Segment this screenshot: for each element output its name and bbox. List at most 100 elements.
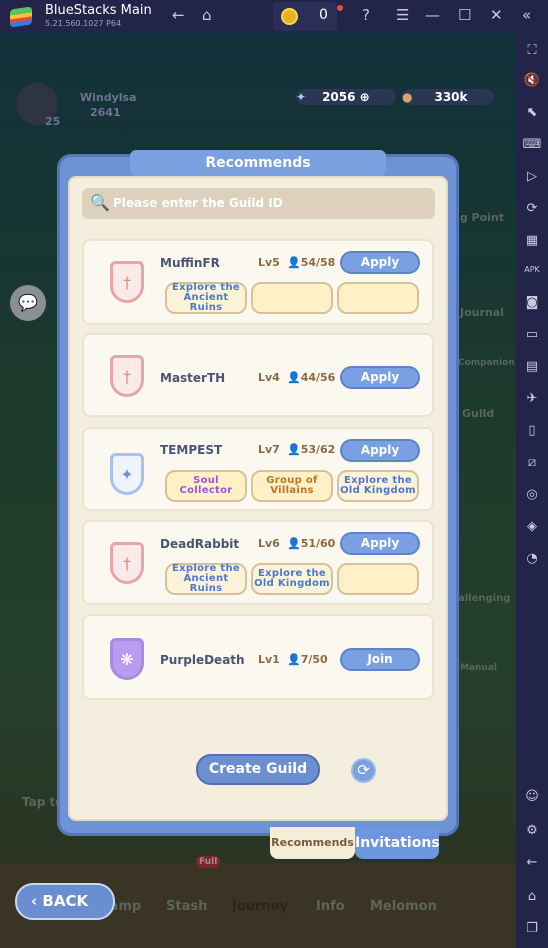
location-icon[interactable]: ◎ <box>516 487 548 502</box>
performance-icon[interactable]: ▦ <box>516 233 548 248</box>
member-count: 7/50 <box>300 653 328 666</box>
search-icon: 🔍 <box>90 193 110 212</box>
help-icon[interactable]: ? <box>362 6 370 24</box>
recent-apps-icon[interactable]: ❐ <box>516 921 548 936</box>
close-icon[interactable]: ✕ <box>490 6 503 24</box>
guild-tag: Explore the Ancient Ruins <box>165 282 247 314</box>
app-version: 5.21.560.1027 P64 <box>45 19 122 28</box>
guild-card: † DeadRabbit Lv6 👤51/60 Apply Explore th… <box>82 520 434 605</box>
speed-icon[interactable]: ◔ <box>516 551 548 566</box>
guild-id-search-input[interactable]: 🔍 Please enter the Guild ID <box>82 188 435 219</box>
back-label: BACK <box>42 892 89 910</box>
gold-value: 330k <box>434 90 468 104</box>
layers-icon[interactable]: ◈ <box>516 519 548 534</box>
guild-emblem-wings-icon: ✦ <box>100 445 154 503</box>
guild-members: 👤44/56 <box>287 371 335 384</box>
journal-button[interactable]: Journal <box>460 306 504 319</box>
apk-install-icon[interactable]: APK <box>516 265 548 274</box>
app-title: BlueStacks Main <box>45 3 152 18</box>
guild-name: PurpleDeath <box>160 653 245 667</box>
add-gems-icon[interactable]: ⊕ <box>360 90 370 104</box>
maximize-icon[interactable]: ☐ <box>458 6 471 24</box>
refresh-icon[interactable]: ⟳ <box>351 758 376 783</box>
home-icon[interactable]: ⌂ <box>202 6 212 24</box>
title-bar: BlueStacks Main 5.21.560.1027 P64 ← ⌂ 0 … <box>0 0 548 33</box>
keyboard-icon[interactable]: ⌨ <box>516 137 548 152</box>
guild-emblem-purple-crest-icon: ❋ <box>100 630 154 688</box>
fullscreen-icon[interactable]: ⛶ <box>516 43 548 58</box>
guild-card: † MuffinFR Lv5 👤54/58 Apply Explore the … <box>82 239 434 325</box>
nav-stash[interactable]: Stash <box>166 899 207 914</box>
screenshot-icon[interactable]: ◙ <box>516 295 548 310</box>
pointer-icon[interactable]: ⬉ <box>516 105 548 120</box>
member-count: 53/62 <box>300 443 336 456</box>
back-chevron-icon: ‹ <box>31 892 38 910</box>
tab-recommends[interactable]: Recommends <box>270 827 355 859</box>
guild-emblem-sword-icon: † <box>100 347 154 405</box>
back-button[interactable]: ‹ BACK <box>15 883 115 920</box>
guild-emblem-sword-icon: † <box>100 253 154 311</box>
coin-counter[interactable]: 0 <box>273 2 343 31</box>
apply-button[interactable]: Apply <box>340 251 420 274</box>
guild-card: ❋ PurpleDeath Lv1 👤7/50 Join <box>82 614 434 700</box>
guild-name: TEMPEST <box>160 443 223 457</box>
nav-journey[interactable]: Journey <box>232 899 288 914</box>
member-count: 54/58 <box>300 256 336 269</box>
ranking-point-label: ng Point <box>452 211 505 224</box>
settings-icon[interactable]: ⚙ <box>516 823 548 838</box>
guild-tag: Explore the Ancient Ruins <box>165 563 247 595</box>
back-arrow-icon[interactable]: ← <box>172 6 185 24</box>
create-guild-button[interactable]: Create Guild <box>196 754 320 785</box>
guild-level: Lv4 <box>258 371 280 384</box>
guild-members: 👤7/50 <box>287 653 328 666</box>
nav-melomon[interactable]: Melomon <box>370 899 437 914</box>
tab-invitations[interactable]: Invitations <box>355 827 440 859</box>
apply-button[interactable]: Apply <box>340 532 420 555</box>
android-home-icon[interactable]: ⌂ <box>516 889 548 904</box>
record-icon[interactable]: ▭ <box>516 327 548 342</box>
guild-tag-empty <box>337 563 419 595</box>
nav-info[interactable]: Info <box>316 899 345 914</box>
member-icon: 👤 <box>287 653 301 666</box>
guild-tag: Soul Collector <box>165 470 247 502</box>
gold-icon: ● <box>402 90 413 104</box>
macro-play-icon[interactable]: ▷ <box>516 169 548 184</box>
companion-button[interactable]: Companion <box>458 358 515 368</box>
member-count: 44/56 <box>300 371 336 384</box>
guild-level: Lv6 <box>258 537 280 550</box>
menu-icon[interactable]: ☰ <box>396 6 409 24</box>
volume-mute-icon[interactable]: 🔇 <box>516 73 548 88</box>
minimize-icon[interactable]: — <box>425 6 440 24</box>
rotate-icon[interactable]: ⟳ <box>516 201 548 216</box>
coin-icon <box>281 8 298 25</box>
apply-button[interactable]: Apply <box>340 439 420 462</box>
avatar-icon[interactable]: ☺ <box>516 789 548 804</box>
bluestacks-sidebar: ⛶ 🔇 ⬉ ⌨ ▷ ⟳ ▦ APK ◙ ▭ ▤ ✈ ▯ ⧄ ◎ ◈ ◔ ☺ ⚙ … <box>516 33 548 948</box>
manual-button[interactable]: Manual <box>460 663 497 673</box>
guild-button[interactable]: Guild <box>462 407 494 420</box>
guild-card: † MasterTH Lv4 👤44/56 Apply <box>82 333 434 417</box>
eco-mode-icon[interactable]: ⧄ <box>516 455 548 470</box>
collapse-sidebar-icon[interactable]: « <box>522 6 531 24</box>
media-folder-icon[interactable]: ▤ <box>516 359 548 374</box>
member-icon: 👤 <box>287 537 301 550</box>
player-name: Windylsa <box>80 91 137 104</box>
guild-members: 👤51/60 <box>287 537 335 550</box>
android-back-icon[interactable]: ← <box>516 855 548 870</box>
search-placeholder: Please enter the Guild ID <box>113 196 283 210</box>
guild-tag-empty <box>337 282 419 314</box>
challenging-label: allenging <box>458 593 511 604</box>
player-power: 2641 <box>90 106 121 119</box>
guild-tag-empty <box>251 282 333 314</box>
multi-instance-icon[interactable]: ▯ <box>516 423 548 438</box>
gem-counter[interactable]: ✦ 2056 ⊕ <box>296 89 396 105</box>
player-level: 25 <box>45 115 61 128</box>
chat-bubble-icon[interactable]: 💬 <box>10 285 46 321</box>
join-button[interactable]: Join <box>340 648 420 671</box>
guild-level: Lv1 <box>258 653 280 666</box>
apply-button[interactable]: Apply <box>340 366 420 389</box>
dialog-title: Recommends <box>130 150 386 176</box>
guild-members: 👤54/58 <box>287 256 335 269</box>
airplane-icon[interactable]: ✈ <box>516 391 548 406</box>
member-icon: 👤 <box>287 371 301 384</box>
